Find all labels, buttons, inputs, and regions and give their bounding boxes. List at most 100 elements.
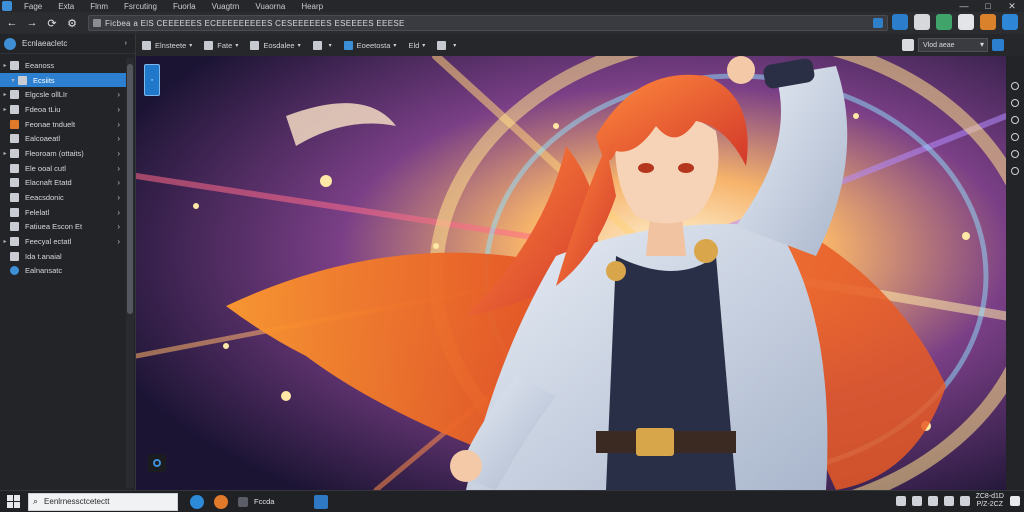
chevron-right-icon[interactable]: ›: [117, 120, 120, 129]
toolbar-item-4[interactable]: Eoeetosta ▾: [343, 40, 396, 50]
shield-icon[interactable]: [936, 14, 952, 30]
toolbar-item-5[interactable]: Eld ▾: [408, 41, 425, 50]
clock-date: P/Z-2CZ: [976, 501, 1004, 508]
rail-icon-1[interactable]: [1011, 82, 1019, 90]
chevron-right-icon[interactable]: ›: [117, 105, 120, 114]
chevron-right-icon[interactable]: ›: [117, 90, 120, 99]
rail-icon-3[interactable]: [1011, 116, 1019, 124]
chevron-right-icon[interactable]: ›: [117, 149, 120, 158]
media-icon[interactable]: [214, 494, 228, 509]
monitor-icon[interactable]: [902, 39, 914, 51]
chevron-right-icon[interactable]: ›: [117, 134, 120, 143]
sidebar-item[interactable]: Ealcoaeatl ›: [0, 131, 126, 146]
menu-item-6[interactable]: Vuaorna: [247, 2, 293, 11]
sidebar-item[interactable]: Ida t.anaial: [0, 249, 126, 264]
toolbar-item-1[interactable]: Fate ▾: [204, 40, 239, 50]
clock[interactable]: ZC8-d1D P/Z-2CZ: [976, 493, 1004, 509]
tools-icon[interactable]: ⚙: [64, 15, 80, 31]
caret-right-icon[interactable]: ▸: [0, 106, 10, 113]
sidebar-item[interactable]: Feonae tnduelt ›: [0, 117, 126, 132]
toolbar-item-2[interactable]: Eosdalee ▾: [250, 40, 301, 50]
rail-icon-6[interactable]: [1011, 167, 1019, 175]
sidebar-item[interactable]: Fatiuea Escon Et ›: [0, 220, 126, 235]
sidebar-scrollbar[interactable]: [126, 58, 134, 488]
toolbar-item-0[interactable]: Elnsteete ▾: [142, 40, 192, 50]
floating-badge[interactable]: ◦: [144, 64, 160, 96]
corner-logo-icon[interactable]: [148, 454, 166, 472]
notification-icon[interactable]: [980, 14, 996, 30]
sidebar-item[interactable]: ▸ Elgcsle ollLIr ›: [0, 87, 126, 102]
forward-icon[interactable]: →: [24, 15, 40, 31]
chevron-right-icon[interactable]: ›: [117, 178, 120, 187]
toolbar-item-6[interactable]: ▾: [437, 40, 456, 50]
back-icon[interactable]: ←: [4, 15, 20, 31]
chevron-right-icon[interactable]: ›: [117, 222, 120, 231]
maximize-icon[interactable]: □: [976, 0, 1000, 12]
sidebar-item[interactable]: ▸ Feecyal ectatl ›: [0, 234, 126, 249]
chevron-down-icon[interactable]: ›: [125, 40, 127, 47]
address-text: Ficbea a ElS CEEEEEES ECEEEEEEEEES CESEE…: [105, 18, 405, 28]
caret-down-icon[interactable]: ▾: [8, 77, 18, 84]
dropdown-icon: ▾: [235, 42, 239, 49]
rail-icon-4[interactable]: [1011, 133, 1019, 141]
chevron-right-icon[interactable]: ›: [117, 164, 120, 173]
sidebar-item-label: Elgcsle ollLIr: [25, 90, 68, 100]
start-button[interactable]: [4, 493, 22, 511]
caret-right-icon[interactable]: ▸: [0, 238, 10, 245]
refresh-icon[interactable]: ⟳: [44, 15, 60, 31]
sidebar-item[interactable]: Ele ooal cutl ›: [0, 161, 126, 176]
menu-item-0[interactable]: Fage: [16, 2, 50, 11]
notification-center-icon[interactable]: [1010, 496, 1020, 506]
sidebar-item[interactable]: ▾ Ecsiits: [0, 72, 126, 88]
toolbar-item-3[interactable]: ▾: [312, 40, 332, 50]
browser-icon[interactable]: [190, 494, 204, 509]
caret-right-icon[interactable]: ▸: [0, 91, 10, 98]
menu-item-5[interactable]: Vuagtrn: [204, 2, 248, 11]
taskbar-search[interactable]: ⌕ Eenlrnessctcetectt: [28, 492, 178, 511]
panel-icon[interactable]: [992, 39, 1004, 51]
puzzle-icon[interactable]: [914, 14, 930, 30]
sidebar-item-label: Ida t.anaial: [25, 251, 62, 261]
extension-icon[interactable]: [892, 14, 908, 30]
battery-icon[interactable]: [943, 496, 954, 506]
caret-right-icon[interactable]: ▸: [0, 62, 10, 69]
rail-icon-2[interactable]: [1011, 99, 1019, 107]
close-icon[interactable]: ✕: [1000, 0, 1024, 12]
item-icon: [18, 75, 27, 85]
sidebar-item[interactable]: Ealnansatc: [0, 264, 126, 279]
sidebar-item[interactable]: ▸ Eeanoss: [0, 58, 126, 73]
scrollbar-thumb[interactable]: [127, 64, 133, 314]
rail-icon-5[interactable]: [1011, 150, 1019, 158]
chevron-right-icon[interactable]: ›: [117, 208, 120, 217]
sidebar-item[interactable]: Eeacsdonic ›: [0, 190, 126, 205]
taskbar-app-label: Fccda: [254, 497, 275, 506]
menu-item-2[interactable]: Flnm: [82, 2, 116, 11]
view-select[interactable]: Vlod aeae: [918, 38, 988, 52]
taskbar-app[interactable]: Fccda: [238, 496, 275, 507]
go-icon[interactable]: [873, 18, 883, 28]
shield-icon[interactable]: [314, 494, 329, 509]
menu-item-3[interactable]: Fsrcuting: [116, 2, 165, 11]
menu-item-1[interactable]: Exta: [50, 2, 82, 11]
network-icon[interactable]: [927, 496, 938, 506]
sidebar-item[interactable]: ▸ Fleoroam (ottaits) ›: [0, 146, 126, 161]
caret-right-icon[interactable]: ▸: [0, 150, 10, 157]
chevron-right-icon[interactable]: ›: [117, 193, 120, 202]
volume-icon[interactable]: [959, 496, 970, 506]
toolbar-label: Fate: [217, 40, 233, 50]
address-bar[interactable]: Ficbea a ElS CEEEEEES ECEEEEEEEEES CESEE…: [88, 15, 888, 31]
profile-icon[interactable]: [958, 14, 974, 30]
minimize-icon[interactable]: —: [952, 0, 976, 12]
settings-icon[interactable]: [1002, 14, 1018, 30]
sidebar-item[interactable]: Elacnaft Etatd ›: [0, 176, 126, 191]
sidebar-header[interactable]: Ecnlaeacletc ›: [0, 34, 135, 54]
image-canvas[interactable]: ◦: [136, 56, 1006, 490]
sidebar-item[interactable]: Felelatl ›: [0, 205, 126, 220]
sidebar-item-label: Eeanoss: [25, 60, 55, 70]
sidebar-item[interactable]: ▸ Fdeoa tLiu ›: [0, 102, 126, 117]
chevron-right-icon[interactable]: ›: [117, 237, 120, 246]
menu-item-7[interactable]: Hearp: [293, 2, 331, 11]
tray-app-icon[interactable]: [911, 496, 922, 506]
menu-item-4[interactable]: Fuorla: [165, 2, 204, 11]
tray-chevron-icon[interactable]: [895, 496, 906, 506]
